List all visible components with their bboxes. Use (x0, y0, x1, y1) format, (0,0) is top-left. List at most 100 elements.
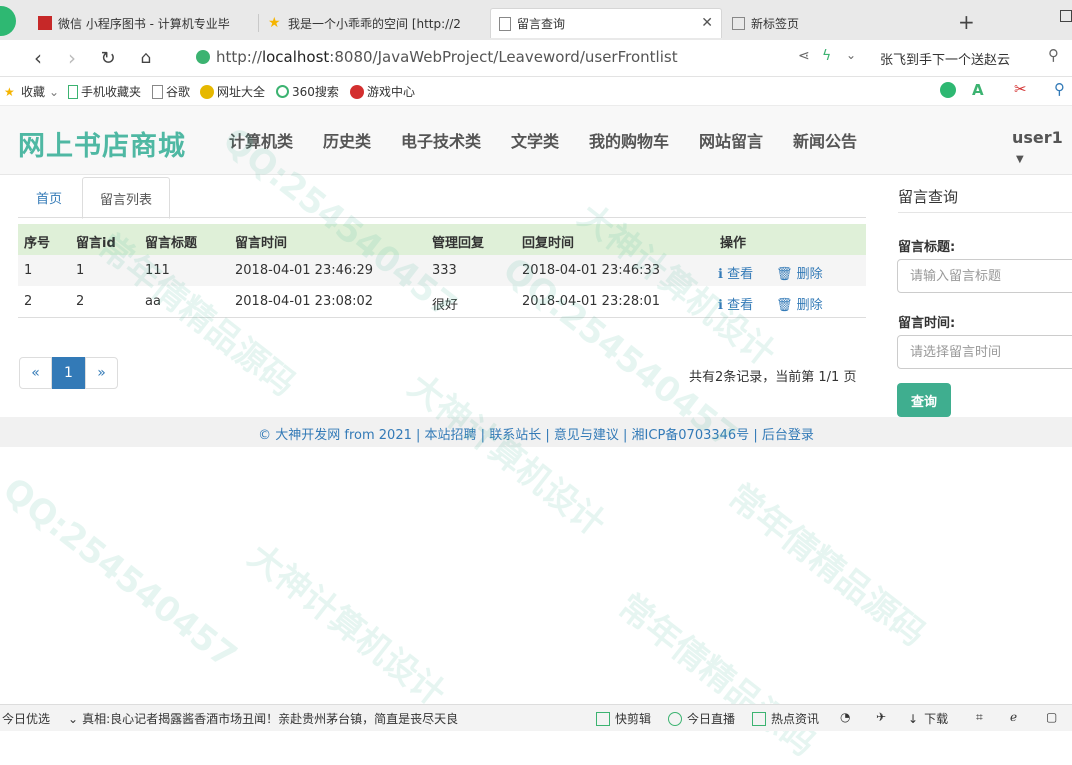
star-icon: ★ (4, 84, 15, 99)
bookmark-item[interactable]: 360搜索 (276, 83, 339, 100)
status-item-live[interactable]: 今日直播 (668, 710, 735, 727)
tab-home[interactable]: 首页 (18, 177, 80, 217)
cell-reply-time: 2018-04-01 23:28:01 (522, 294, 661, 309)
browser-status-bar: 今日优选 ⌄ 真相:良心记者揭露酱香酒市场丑闻！亲赴贵州茅台镇，简直是丧尽天良 … (0, 704, 1072, 731)
footer-link-contact[interactable]: 联系站长 (489, 428, 541, 443)
user-menu[interactable]: user1 ▼ (1012, 128, 1072, 166)
site-brand[interactable]: 网上书店商城 (18, 124, 186, 163)
query-button[interactable]: 查询 (897, 383, 951, 417)
status-item-label: 今日直播 (687, 712, 736, 726)
status-item-clip[interactable]: 快剪辑 (596, 710, 651, 727)
nav-item-cart[interactable]: 我的购物车 (589, 128, 669, 152)
browser-tab-2[interactable]: ★ 我是一个小乖乖的空间 [http://2 (260, 8, 488, 38)
speed-icon[interactable]: ◔ (840, 710, 850, 724)
nav-item-computer[interactable]: 计算机类 (229, 128, 293, 152)
message-title-input[interactable] (897, 259, 1072, 293)
footer-link-recruit[interactable]: 本站招聘 (425, 428, 477, 443)
back-icon[interactable]: ‹ (26, 46, 50, 70)
nav-item-literature[interactable]: 文学类 (511, 128, 559, 152)
cell-id: 1 (76, 263, 85, 278)
search-hint[interactable]: 张飞到手下一个送赵云 (880, 49, 1010, 68)
delete-label: 删除 (796, 298, 823, 313)
play-icon (668, 711, 682, 726)
nav-item-messages[interactable]: 网站留言 (699, 128, 763, 152)
nav-item-electronics[interactable]: 电子技术类 (401, 128, 481, 152)
column-header: 留言时间 (235, 236, 288, 251)
wechat-icon[interactable] (940, 82, 956, 98)
close-tab-icon[interactable]: ✕ (701, 15, 713, 31)
magnifier-icon[interactable]: ⚲ (1054, 80, 1065, 98)
bookmark-item[interactable]: ★ 收藏 ⌄ (4, 83, 59, 100)
plane-icon[interactable]: ✈ (876, 710, 886, 724)
message-time-input[interactable] (897, 335, 1072, 369)
view-link[interactable]: ℹ 查看 (718, 294, 753, 313)
url-host: localhost (261, 48, 330, 66)
footer-link-icp[interactable]: 湘ICP备0703346号 (632, 428, 750, 443)
browser-tab-strip: 微信 小程序图书 - 计算机专业毕 ★ 我是一个小乖乖的空间 [http://2… (0, 0, 1072, 40)
tab-message-list[interactable]: 留言列表 (82, 177, 170, 219)
url-field[interactable]: http://localhost:8080/JavaWebProject/Lea… (216, 48, 678, 66)
delete-link[interactable]: 🗑 删除 (776, 294, 823, 313)
window-restore-icon[interactable] (1060, 10, 1072, 22)
cell-no: 2 (24, 294, 33, 309)
watermark: 大神计算机设计 (400, 366, 613, 545)
bookmarks-bar: ★ 收藏 ⌄ 手机收藏夹 谷歌 网址大全 360搜索 游戏中心 A ✂ ⚲ (0, 77, 1072, 106)
ie-icon[interactable]: ℯ (1010, 710, 1017, 724)
bookmark-item[interactable]: 游戏中心 (350, 83, 415, 100)
refresh-icon[interactable]: ↻ (96, 46, 120, 70)
table-row: 1 1 111 2018-04-01 23:46:29 333 2018-04-… (18, 255, 866, 287)
bookmark-item[interactable]: 手机收藏夹 (68, 83, 141, 100)
page-prev-button[interactable]: « (19, 357, 52, 389)
site-header: 网上书店商城 计算机类 历史类 电子技术类 文学类 我的购物车 网站留言 新闻公… (0, 106, 1072, 175)
cell-reply: 很好 (432, 298, 459, 313)
browser-tab-1[interactable]: 微信 小程序图书 - 计算机专业毕 (30, 8, 256, 38)
globe-icon (200, 84, 214, 99)
message-title-label: 留言标题: (898, 240, 956, 255)
status-item-news[interactable]: 热点资讯 (752, 710, 819, 727)
phone-icon (68, 84, 78, 99)
view-link[interactable]: ℹ 查看 (718, 263, 753, 282)
secure-icon (196, 50, 210, 64)
forward-icon[interactable]: › (60, 46, 84, 70)
grid-favicon-icon (732, 16, 745, 30)
translate-icon[interactable]: A (972, 81, 984, 99)
browser-tab-3-active[interactable]: 留言查询 ✕ (490, 8, 722, 38)
status-item-download[interactable]: ↓ 下载 (908, 710, 948, 727)
cell-reply-time: 2018-04-01 23:46:33 (522, 263, 661, 278)
footer-link-admin[interactable]: 后台登录 (762, 428, 814, 443)
browser-tab-title: 留言查询 (517, 17, 566, 31)
search-360-icon (276, 85, 289, 98)
page-next-button[interactable]: » (85, 357, 118, 389)
sidebar-divider (898, 212, 1072, 213)
status-today-picks[interactable]: 今日优选 (2, 710, 50, 727)
scissors-icon[interactable]: ✂ (1014, 80, 1027, 98)
pagination-summary: 共有2条记录，当前第 1/1 页 (689, 370, 857, 385)
bookmark-item[interactable]: 网址大全 (200, 83, 265, 100)
home-icon[interactable]: ⌂ (134, 46, 158, 70)
browser-tab-4[interactable]: 新标签页 (724, 8, 954, 38)
column-header: 操作 (720, 236, 747, 251)
bookmark-item[interactable]: 谷歌 (152, 83, 190, 100)
window-icon[interactable]: ▢ (1046, 710, 1057, 724)
share-icon[interactable]: ⋖ (798, 48, 810, 64)
new-tab-icon[interactable]: + (958, 10, 975, 34)
delete-link[interactable]: 🗑 删除 (776, 263, 823, 282)
column-header: 留言标题 (145, 236, 198, 251)
page-current-button[interactable]: 1 (52, 357, 85, 389)
browser-logo-icon[interactable] (0, 6, 16, 36)
game-icon (350, 84, 364, 99)
status-news[interactable]: ⌄ 真相:良心记者揭露酱香酒市场丑闻！亲赴贵州茅台镇，简直是丧尽天良 (68, 710, 458, 727)
status-item-label: 快剪辑 (615, 712, 652, 726)
column-header: 留言id (76, 236, 116, 251)
browser-address-bar: ‹ › ↻ ⌂ http://localhost:8080/JavaWebPro… (0, 40, 1072, 77)
news-icon (752, 711, 766, 726)
footer-copyright: © 大神开发网 from 2021 (258, 428, 412, 443)
nav-item-news[interactable]: 新闻公告 (793, 128, 857, 152)
chevron-down-icon[interactable]: ⌄ (846, 48, 856, 62)
lightning-icon[interactable]: ϟ (822, 48, 831, 64)
nav-item-history[interactable]: 历史类 (323, 128, 371, 152)
message-time-label: 留言时间: (898, 316, 956, 331)
screenshot-icon[interactable]: ⌗ (976, 710, 983, 725)
footer-link-feedback[interactable]: 意见与建议 (554, 428, 619, 443)
search-icon[interactable]: ⚲ (1048, 46, 1059, 64)
